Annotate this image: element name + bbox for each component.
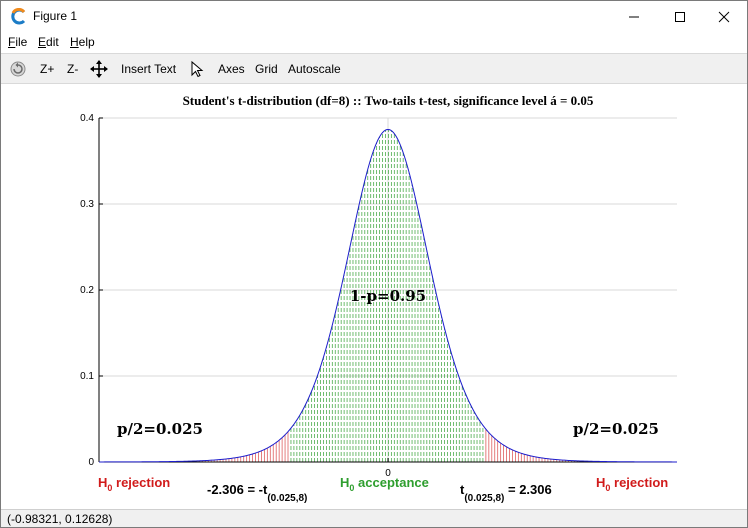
acceptance-text: acceptance (354, 475, 428, 490)
right-rejection-label: H0 rejection (596, 475, 668, 493)
grid-button[interactable]: Grid (255, 62, 278, 76)
zoom-in-button[interactable]: Z+ (40, 62, 54, 76)
window-title: Figure 1 (33, 9, 78, 23)
title-bar: Figure 1 (1, 1, 747, 32)
close-button[interactable] (701, 1, 747, 32)
minimize-button[interactable] (611, 1, 657, 32)
pan-icon[interactable] (90, 60, 108, 78)
menu-help-label: elp (78, 35, 95, 49)
pointer-icon[interactable] (188, 60, 206, 78)
y-tick-label: 0.4 (80, 113, 94, 124)
center-annotation: 1-p=0.95 (350, 287, 426, 305)
chart-title: Student's t-distribution (df=8) :: Two-t… (183, 93, 594, 108)
y-tick-label: 0.3 (80, 199, 94, 210)
acceptance-label: H0 acceptance (340, 475, 429, 493)
left-critical-label: -2.306 = -t(0.025,8) (207, 482, 307, 504)
octave-app-icon (11, 8, 26, 25)
left-tail-annotation: p/2=0.025 (117, 420, 203, 438)
y-tick-label: 0.1 (80, 371, 94, 382)
maximize-icon (675, 11, 685, 22)
menu-help-accel: H (70, 35, 79, 49)
right-rejection-text: rejection (610, 475, 668, 490)
left-rejection-text: rejection (112, 475, 170, 490)
right-tail-annotation: p/2=0.025 (573, 420, 659, 438)
y-tick-label: 0.2 (80, 285, 94, 296)
right-rejection-h: H (596, 475, 605, 490)
menu-edit[interactable]: Edit (38, 35, 59, 49)
figure-canvas[interactable]: 0 0.1 0.2 0.3 0.4 0 Student's t-distribution … (1, 85, 747, 509)
axes-button[interactable]: Axes (218, 62, 245, 76)
cursor-coordinates: (-0.98321, 0.12628) (7, 512, 113, 526)
left-rejection-h: H (98, 475, 107, 490)
menu-help[interactable]: Help (70, 35, 95, 49)
menu-bar: File Edit Help (1, 32, 747, 52)
left-rejection-label: H0 rejection (98, 475, 170, 493)
status-bar: (-0.98321, 0.12628) (1, 509, 747, 527)
menu-file-label: ile (15, 35, 28, 49)
rotate-icon[interactable] (9, 60, 27, 78)
right-critical-text: = 2.306 (504, 482, 551, 497)
y-tick-label: 0 (88, 457, 94, 468)
zoom-out-button[interactable]: Z- (67, 62, 78, 76)
left-critical-sub: (0.025,8) (267, 493, 307, 504)
t-distribution-chart: 00.10.20.30.40 Student's t-distribution … (80, 93, 678, 504)
figure-window: Figure 1 File Edit Help Z+ Z- Insert Tex… (0, 0, 748, 528)
insert-text-button[interactable]: Insert Text (121, 62, 176, 76)
maximize-button[interactable] (657, 1, 703, 32)
acceptance-h: H (340, 475, 349, 490)
right-critical-sub: (0.025,8) (464, 493, 504, 504)
toolbar: Z+ Z- Insert Text Axes Grid Autoscale (1, 53, 747, 84)
menu-file[interactable]: File (8, 35, 27, 49)
menu-edit-accel: E (38, 35, 47, 49)
right-critical-label: t(0.025,8) = 2.306 (460, 482, 552, 504)
menu-edit-label: dit (46, 35, 59, 49)
close-icon (718, 11, 730, 22)
left-critical-text: -2.306 = -t (207, 482, 268, 497)
minimize-icon (629, 16, 639, 17)
autoscale-button[interactable]: Autoscale (288, 62, 341, 76)
